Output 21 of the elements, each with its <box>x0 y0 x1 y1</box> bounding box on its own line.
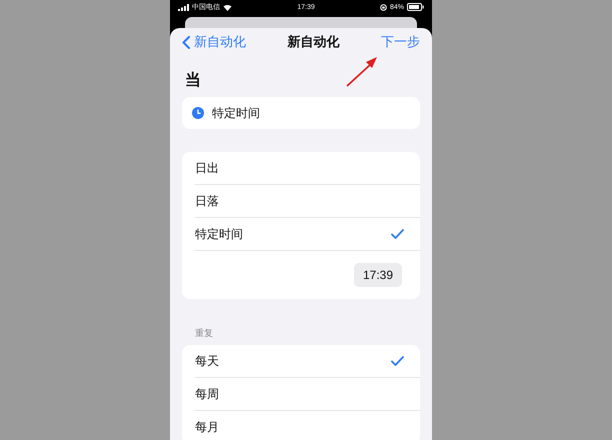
repeat-option-row[interactable]: 每天 <box>195 345 420 378</box>
section-label: 重复 <box>195 327 214 340</box>
orientation-lock-icon <box>380 4 387 10</box>
signal-icon <box>178 4 189 10</box>
battery-icon <box>406 3 424 11</box>
wifi-icon <box>223 4 232 10</box>
time-picker[interactable]: 17:39 <box>354 263 402 287</box>
annotation-arrow <box>345 54 379 88</box>
repeat-option-row[interactable]: 每月 <box>195 411 420 440</box>
repeat-option-row[interactable]: 每周 <box>195 378 420 411</box>
section-heading: 当 <box>185 70 201 91</box>
trigger-summary: 特定时间 <box>212 104 260 122</box>
back-button[interactable]: 新自动化 <box>182 33 246 51</box>
nav-title: 新自动化 <box>288 33 340 51</box>
option-row[interactable]: 特定时间 <box>195 218 420 251</box>
option-row[interactable]: 日出 <box>195 152 420 185</box>
chevron-left-icon <box>182 36 190 48</box>
trigger-card[interactable]: 特定时间 <box>182 97 420 129</box>
clock-icon <box>192 107 204 119</box>
option-row[interactable]: 日落 <box>195 185 420 218</box>
next-button[interactable]: 下一步 <box>381 33 420 51</box>
